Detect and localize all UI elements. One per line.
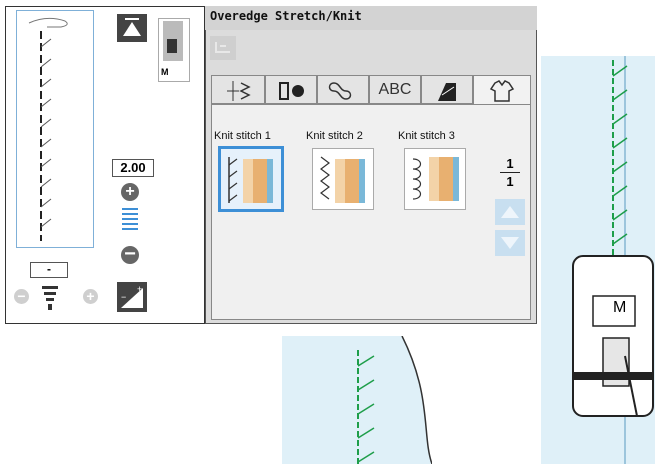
stitch-label-1: Knit stitch 1 [214,130,271,142]
tab-quilt[interactable] [421,75,473,104]
knit-stitch-1-icon [228,157,273,203]
tab-utility[interactable] [211,75,265,104]
fabric-edge-graphic [282,335,433,465]
sewing-illustration-fabric: M [541,56,655,464]
quilt-stitch-icon [438,83,456,101]
foot-letter: M [161,67,169,77]
svg-text:−: − [121,292,126,302]
arrow-up-icon [501,206,519,218]
tab-decorative[interactable] [317,75,369,104]
scroll-down-button[interactable] [495,230,525,256]
utility-stitch-icon [227,81,251,101]
fabric-edge-illustration [282,335,433,465]
stitch-category-tabs: ABC [211,75,531,106]
decorative-stitch-icon [328,82,352,100]
page-divider [500,172,520,173]
length-value-display: - [30,262,68,278]
svg-text:+: + [137,284,142,294]
knit-stitch-2-icon [320,156,365,203]
letters-icon: ABC [378,81,412,98]
garment-icon [489,80,515,102]
stitch-preview [16,10,94,248]
width-icon [122,206,138,234]
sewing-illustration [572,56,654,464]
presser-foot-indicator: M [158,18,190,82]
page-indicator: 1 1 [500,156,520,189]
length-increase-button[interactable]: + [83,289,98,304]
tab-letters[interactable]: ABC [369,75,421,104]
knit-stitch-2-button[interactable] [312,148,374,210]
panel-title: Overedge Stretch/Knit [210,9,362,23]
arrow-down-icon [501,237,519,249]
page-total: 1 [506,174,514,189]
scroll-up-button[interactable] [495,199,525,225]
tension-button[interactable]: + − [117,282,147,312]
width-value-display: 2.00 [112,159,154,177]
knit-stitch-3-button[interactable] [404,148,466,210]
presser-foot-icon [163,21,183,61]
width-decrease-button[interactable]: − [121,244,139,264]
tab-buttonhole[interactable] [265,75,317,104]
page-current: 1 [506,156,514,171]
tab-garment[interactable] [473,75,531,106]
knit-stitch-3-icon [412,157,459,201]
buttonhole-icon [279,82,304,100]
presser-foot-letter: M [613,299,627,316]
stitch-preview-graphic [28,17,68,241]
width-increase-button[interactable]: + [121,183,139,201]
stitch-label-2: Knit stitch 2 [306,130,363,142]
length-icon [40,284,60,312]
tension-icon: + − [121,284,143,308]
needle-position-button[interactable] [117,14,147,42]
memory-button[interactable] [208,34,238,62]
needle-up-icon [123,18,141,36]
knit-stitch-1-button[interactable] [218,146,284,212]
stitch-label-3: Knit stitch 3 [398,130,455,142]
length-decrease-button[interactable]: − [14,289,29,304]
memory-icon [210,36,236,60]
